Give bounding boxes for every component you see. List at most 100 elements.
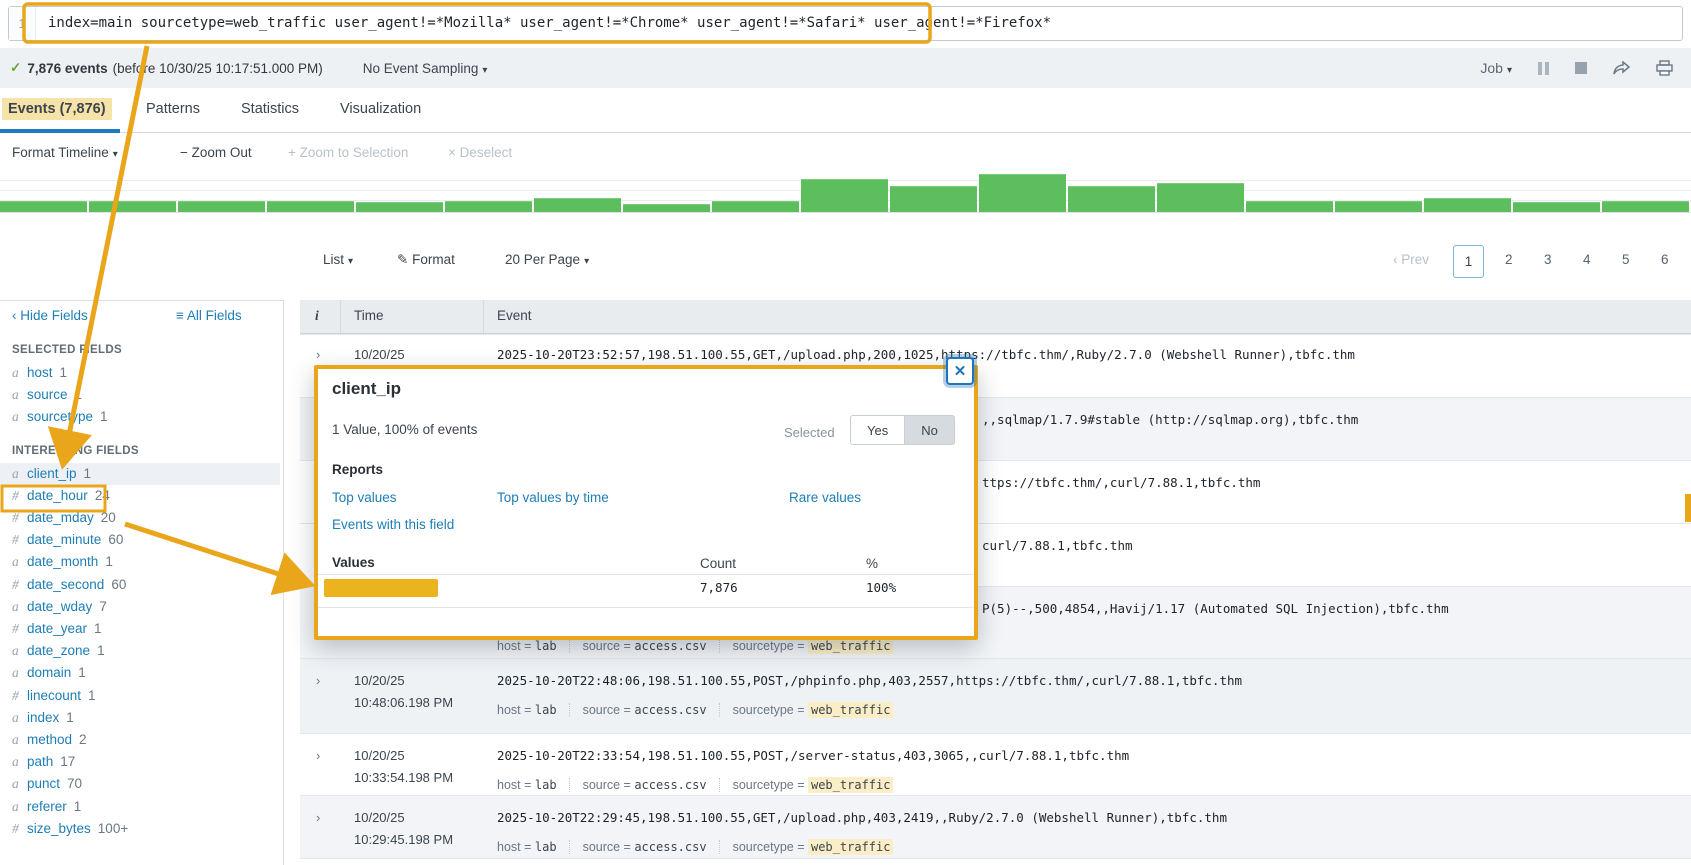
pagination-page-3[interactable]: 3: [1544, 252, 1552, 267]
meta-host[interactable]: host = lab: [497, 778, 557, 792]
field-date_month[interactable]: adate_month1: [0, 551, 280, 573]
histogram-bar-1[interactable]: [0, 201, 87, 212]
histogram-bar-18[interactable]: [1513, 202, 1600, 212]
histogram-bar-2[interactable]: [89, 201, 176, 212]
field-index[interactable]: aindex1: [0, 707, 280, 729]
meta-sourcetype[interactable]: sourcetype = web_traffic: [719, 703, 894, 717]
field-date_wday[interactable]: adate_wday7: [0, 596, 280, 618]
histogram-bar-9[interactable]: [712, 201, 799, 212]
histogram-bar-11[interactable]: [890, 186, 977, 212]
close-icon[interactable]: ✕: [946, 357, 974, 385]
pagination-page-6[interactable]: 6: [1661, 252, 1669, 267]
expand-chevron-icon[interactable]: ›: [316, 673, 320, 688]
expand-chevron-icon[interactable]: ›: [316, 347, 320, 362]
report-link-rare-values[interactable]: Rare values: [789, 490, 861, 505]
hide-fields-link[interactable]: ‹ Hide Fields: [12, 308, 88, 323]
active-tab-underline: [0, 129, 120, 133]
events-with-field-link[interactable]: Events with this field: [332, 517, 454, 532]
field-sourcetype[interactable]: asourcetype1: [0, 406, 280, 428]
event-raw-text-partial[interactable]: ttps://tbfc.thm/,curl/7.88.1,tbfc.thm: [982, 475, 1260, 490]
stop-icon[interactable]: [1575, 62, 1587, 74]
report-link-top-values[interactable]: Top values: [332, 490, 397, 505]
zoom-out-button[interactable]: − Zoom Out: [180, 145, 252, 160]
histogram-bar-12[interactable]: [979, 174, 1066, 212]
meta-host[interactable]: host = lab: [497, 840, 557, 854]
meta-host[interactable]: host = lab: [497, 639, 557, 653]
list-view-dropdown[interactable]: List▾: [323, 252, 353, 267]
format-timeline-dropdown[interactable]: Format Timeline▾: [12, 145, 118, 160]
field-date_minute[interactable]: #date_minute60: [0, 529, 280, 551]
event-raw-text-partial[interactable]: curl/7.88.1,tbfc.thm: [982, 538, 1133, 553]
field-date_year[interactable]: #date_year1: [0, 618, 280, 640]
redacted-value-highlight[interactable]: [324, 579, 438, 597]
print-icon[interactable]: [1656, 60, 1673, 76]
field-date_hour[interactable]: #date_hour24: [0, 485, 280, 507]
meta-host[interactable]: host = lab: [497, 703, 557, 717]
job-menu[interactable]: Job▾: [1480, 60, 1512, 76]
tab-events[interactable]: Events (7,876): [2, 98, 112, 120]
event-raw-text[interactable]: 2025-10-20T23:52:57,198.51.100.55,GET,/u…: [497, 347, 1355, 362]
histogram-bar-16[interactable]: [1335, 201, 1422, 212]
event-raw-text[interactable]: 2025-10-20T22:48:06,198.51.100.55,POST,/…: [497, 673, 1242, 688]
event-meta: host = lab source = access.csv sourcetype …: [497, 840, 893, 854]
event-sampling-dropdown[interactable]: No Event Sampling▾: [363, 61, 488, 76]
meta-source[interactable]: source = access.csv: [569, 703, 707, 717]
event-raw-text[interactable]: 2025-10-20T22:29:45,198.51.100.55,GET,/u…: [497, 810, 1227, 825]
field-source[interactable]: asource1: [0, 384, 280, 406]
selected-yes-button[interactable]: Yes: [850, 415, 905, 445]
format-results-button[interactable]: ✎ Format: [397, 252, 455, 268]
tab-patterns[interactable]: Patterns: [140, 98, 206, 120]
event-raw-text[interactable]: 2025-10-20T22:33:54,198.51.100.55,POST,/…: [497, 748, 1129, 763]
field-client_ip[interactable]: aclient_ip1: [0, 463, 280, 485]
meta-sourcetype[interactable]: sourcetype = web_traffic: [719, 778, 894, 792]
interesting-fields-header: INTERESTING FIELDS: [0, 445, 280, 463]
histogram-bar-13[interactable]: [1068, 186, 1155, 212]
share-icon[interactable]: [1613, 61, 1630, 76]
histogram-bar-17[interactable]: [1424, 198, 1511, 212]
histogram-bar-5[interactable]: [356, 202, 443, 212]
pagination-page-5[interactable]: 5: [1622, 252, 1630, 267]
meta-source[interactable]: source = access.csv: [569, 778, 707, 792]
selected-no-button[interactable]: No: [905, 415, 955, 445]
all-fields-link[interactable]: ≡ All Fields: [176, 308, 242, 323]
events-timeline-histogram[interactable]: [0, 172, 1691, 212]
histogram-bar-7[interactable]: [534, 198, 621, 212]
field-method[interactable]: amethod2: [0, 729, 280, 751]
pause-icon[interactable]: [1538, 62, 1549, 75]
field-host[interactable]: ahost1: [0, 362, 280, 384]
meta-sourcetype[interactable]: sourcetype = web_traffic: [719, 639, 894, 653]
event-raw-text-partial[interactable]: P(5)--,500,4854,,Havij/1.17 (Automated S…: [982, 601, 1449, 616]
histogram-bar-6[interactable]: [445, 201, 532, 212]
histogram-bar-19[interactable]: [1602, 201, 1689, 212]
histogram-bar-14[interactable]: [1157, 183, 1244, 212]
histogram-bar-8[interactable]: [623, 204, 710, 212]
meta-source[interactable]: source = access.csv: [569, 840, 707, 854]
tab-visualization[interactable]: Visualization: [334, 98, 427, 120]
pagination-page-4[interactable]: 4: [1583, 252, 1591, 267]
histogram-bar-10[interactable]: [801, 179, 888, 212]
field-date_mday[interactable]: #date_mday20: [0, 507, 280, 529]
histogram-bar-15[interactable]: [1246, 201, 1333, 212]
field-linecount[interactable]: #linecount1: [0, 685, 280, 707]
per-page-dropdown[interactable]: 20 Per Page▾: [505, 252, 589, 267]
histogram-bar-3[interactable]: [178, 201, 265, 212]
histogram-bar-4[interactable]: [267, 201, 354, 212]
expand-chevron-icon[interactable]: ›: [316, 748, 320, 763]
meta-source[interactable]: source = access.csv: [569, 639, 707, 653]
search-query-input[interactable]: index=main sourcetype=web_traffic user_a…: [36, 7, 1682, 40]
tab-statistics[interactable]: Statistics: [235, 98, 305, 120]
field-punct[interactable]: apunct70: [0, 773, 280, 795]
expand-chevron-icon[interactable]: ›: [316, 810, 320, 825]
meta-sourcetype[interactable]: sourcetype = web_traffic: [719, 840, 894, 854]
report-link-top-values-by-time[interactable]: Top values by time: [497, 490, 609, 505]
pagination-page-2[interactable]: 2: [1505, 252, 1513, 267]
field-domain[interactable]: adomain1: [0, 662, 280, 684]
field-date_second[interactable]: #date_second60: [0, 574, 280, 596]
field-date_zone[interactable]: adate_zone1: [0, 640, 280, 662]
search-bar[interactable]: 1 index=main sourcetype=web_traffic user…: [8, 6, 1683, 41]
field-size_bytes[interactable]: #size_bytes100+: [0, 818, 280, 840]
field-referer[interactable]: areferer1: [0, 796, 280, 818]
field-path[interactable]: apath17: [0, 751, 280, 773]
event-raw-text-partial[interactable]: ,,sqlmap/1.7.9#stable (http://sqlmap.org…: [982, 412, 1358, 427]
pagination-page-1[interactable]: 1: [1453, 245, 1484, 278]
